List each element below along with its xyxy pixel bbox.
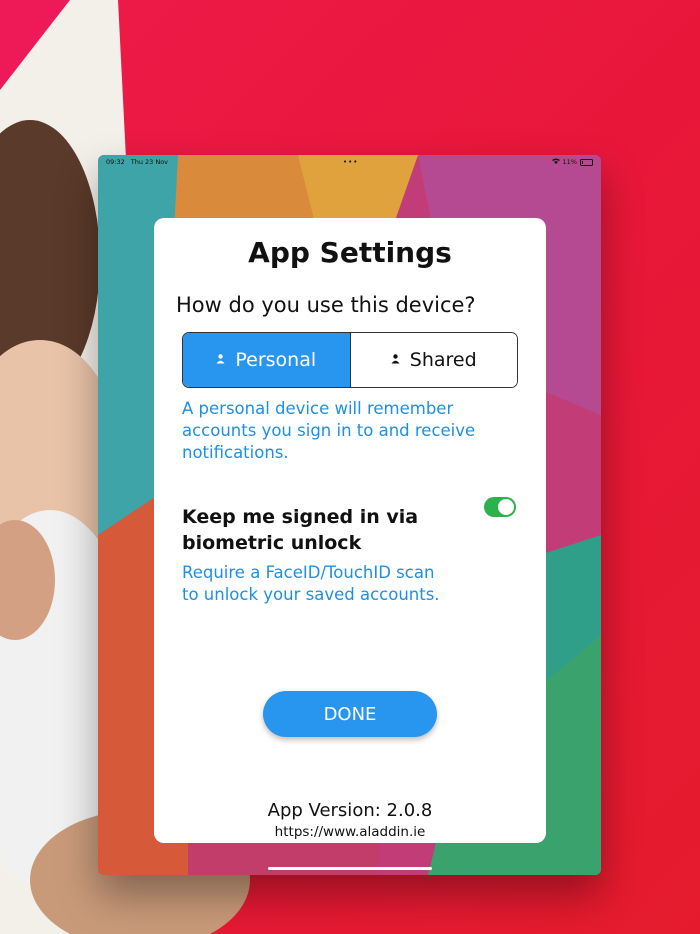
segment-personal-label: Personal	[235, 349, 317, 371]
segment-personal[interactable]: Personal	[183, 333, 350, 387]
status-bar: 09:32 Thu 23 Nov ••• 11%	[98, 155, 601, 169]
battery-icon	[580, 158, 593, 166]
app-version: App Version: 2.0.8	[267, 800, 433, 821]
device-usage-segmented-control: Personal Shared	[182, 332, 518, 388]
status-date: Thu 23 Nov	[130, 158, 169, 166]
done-button[interactable]: DONE	[263, 691, 437, 737]
battery-percent: 11%	[562, 158, 577, 166]
segment-description: A personal device will remember accounts…	[182, 399, 476, 462]
person-icon	[391, 353, 400, 367]
status-time: 09:32	[106, 158, 125, 166]
multitasking-dots[interactable]: •••	[343, 158, 358, 166]
device-usage-question: How do you use this device?	[176, 293, 476, 317]
segment-shared[interactable]: Shared	[349, 333, 517, 387]
biometric-label: Keep me signed in via biometric unlock	[182, 506, 419, 554]
wifi-icon	[551, 158, 560, 166]
person-icon	[216, 353, 225, 367]
biometric-toggle[interactable]	[484, 497, 516, 517]
website-link[interactable]: https://www.aladdin.ie	[0, 824, 700, 840]
segment-shared-label: Shared	[409, 349, 477, 371]
home-indicator[interactable]	[268, 867, 432, 870]
modal-title: App Settings	[248, 236, 452, 269]
toggle-knob	[498, 499, 514, 515]
biometric-description: Require a FaceID/TouchID scan to unlock …	[182, 563, 440, 604]
